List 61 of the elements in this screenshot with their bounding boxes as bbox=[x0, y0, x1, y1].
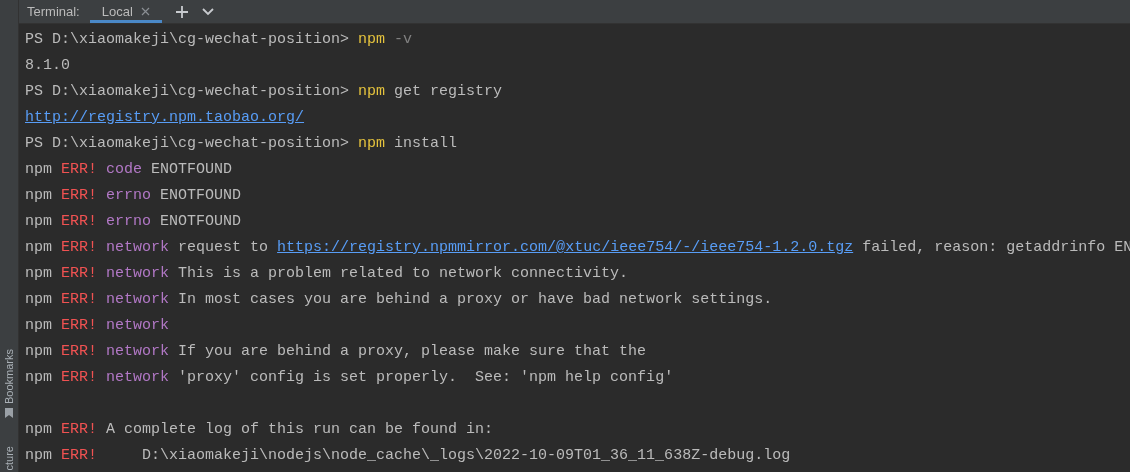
error-keyword: network bbox=[105, 239, 170, 256]
error-keyword: errno bbox=[105, 187, 152, 204]
error-tag: ERR! bbox=[61, 291, 98, 308]
terminal-text: npm bbox=[25, 447, 53, 464]
terminal-text: npm bbox=[25, 213, 53, 230]
error-tag: ERR! bbox=[61, 265, 98, 282]
error-tag: ERR! bbox=[61, 187, 98, 204]
terminal-text: npm bbox=[25, 291, 53, 308]
terminal-text: npm bbox=[25, 239, 53, 256]
terminal-text: npm bbox=[25, 265, 53, 282]
error-tag: ERR! bbox=[61, 369, 98, 386]
terminal-text: 8.1.0 bbox=[25, 57, 70, 74]
error-tag: ERR! bbox=[61, 421, 98, 438]
terminal-text: If you are behind a proxy, please make sure that the bbox=[177, 343, 647, 360]
toolbar-label: Terminal: bbox=[26, 4, 81, 19]
chevron-down-icon[interactable] bbox=[201, 7, 214, 16]
terminal-text: npm bbox=[25, 343, 53, 360]
error-tag: ERR! bbox=[61, 343, 98, 360]
error-keyword: errno bbox=[105, 213, 152, 230]
command-text: npm bbox=[358, 135, 386, 152]
terminal-tab[interactable]: Local bbox=[89, 0, 162, 23]
error-keyword: network bbox=[105, 291, 170, 308]
terminal-text: A complete log of this run can be found in: bbox=[105, 421, 494, 438]
terminal-text: ENOTFOUND bbox=[159, 213, 242, 230]
terminal-text: npm bbox=[25, 369, 53, 386]
terminal-text: In most cases you are behind a proxy or have bad network settings. bbox=[177, 291, 773, 308]
terminal-text: ENOTFOUND bbox=[150, 161, 233, 178]
terminal-text: 'proxy' config is set properly. See: 'npm help config' bbox=[177, 369, 674, 386]
bookmarks-tab[interactable]: Bookmarks bbox=[0, 344, 18, 422]
terminal-text: PS D:\xiaomakeji\cg-wechat-position> bbox=[25, 31, 351, 48]
terminal-text: PS D:\xiaomakeji\cg-wechat-position> bbox=[25, 83, 351, 100]
error-tag: ERR! bbox=[61, 447, 98, 464]
terminal-text: This is a problem related to network connectivity. bbox=[177, 265, 629, 282]
error-tag: ERR! bbox=[61, 317, 98, 334]
plus-icon[interactable] bbox=[175, 5, 188, 18]
terminal-text: npm bbox=[25, 187, 53, 204]
url-link[interactable]: https://registry.npmmirror.com/@xtuc/ieee754/-/ieee754-1.2.0.tgz bbox=[277, 239, 854, 256]
terminal-text: get registry bbox=[393, 83, 503, 100]
error-tag: ERR! bbox=[61, 213, 98, 230]
error-keyword: network bbox=[105, 317, 170, 334]
terminal-text: npm bbox=[25, 317, 53, 334]
terminal-text: request to bbox=[177, 239, 270, 256]
terminal-text: npm bbox=[25, 421, 53, 438]
terminal-text: D:\xiaomakeji\nodejs\node_cache\_logs\2022-10-09T01_36_11_638Z-debug.log bbox=[141, 447, 791, 464]
command-text: npm bbox=[358, 83, 386, 100]
structure-tab[interactable]: cture bbox=[0, 441, 18, 472]
terminal-text: ENOTFOUND bbox=[159, 187, 242, 204]
terminal-text: npm bbox=[25, 161, 53, 178]
error-keyword: network bbox=[105, 369, 170, 386]
terminal-text: install bbox=[393, 135, 458, 152]
terminal-text: PS D:\xiaomakeji\cg-wechat-position> bbox=[25, 135, 351, 152]
error-tag: ERR! bbox=[61, 161, 98, 178]
error-keyword: code bbox=[105, 161, 143, 178]
url-link[interactable]: http://registry.npm.taobao.org/ bbox=[25, 109, 305, 126]
command-text: npm bbox=[358, 31, 386, 48]
error-keyword: network bbox=[105, 343, 170, 360]
option-text: -v bbox=[393, 31, 413, 48]
error-keyword: network bbox=[105, 265, 170, 282]
bookmark-icon bbox=[5, 407, 13, 418]
close-icon[interactable] bbox=[140, 7, 150, 16]
error-tag: ERR! bbox=[61, 239, 98, 256]
